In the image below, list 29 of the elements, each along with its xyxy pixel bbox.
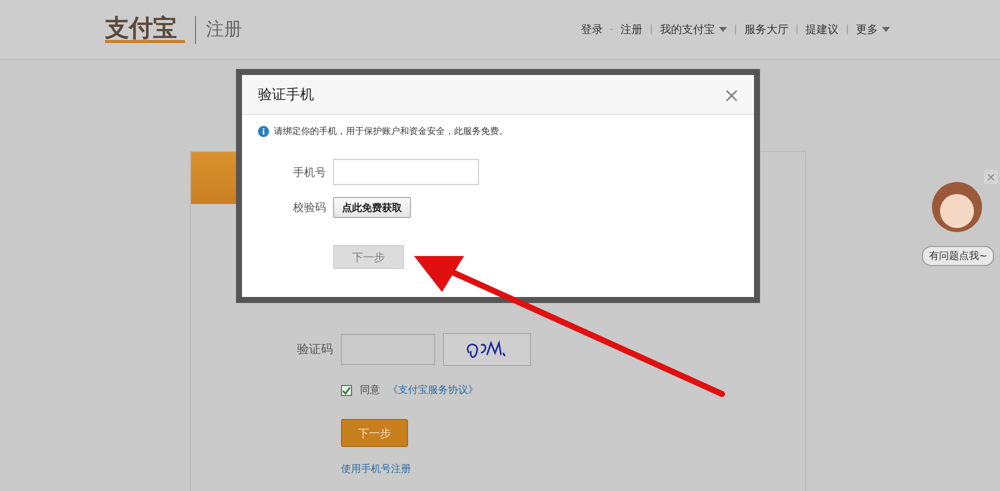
- nav-link[interactable]: 我的支付宝: [660, 22, 727, 37]
- nav-link[interactable]: 更多: [856, 22, 890, 37]
- nav-separator: -: [610, 24, 614, 35]
- info-icon: [258, 126, 269, 137]
- captcha-field[interactable]: [341, 334, 435, 365]
- agree-label: 同意: [360, 384, 380, 397]
- agree-checkbox[interactable]: [341, 384, 352, 396]
- section-title: 注册: [195, 16, 242, 44]
- get-code-button[interactable]: 点此免费获取: [333, 197, 411, 218]
- code-label: 校验码: [292, 200, 326, 215]
- nav-link[interactable]: 注册: [620, 22, 642, 37]
- nav-separator: |: [734, 24, 738, 35]
- nav-separator: |: [650, 24, 653, 35]
- phone-label: 手机号: [292, 164, 326, 180]
- agreement-link[interactable]: 《支付宝服务协议》: [388, 383, 478, 397]
- phone-field[interactable]: [333, 159, 479, 185]
- nav-link[interactable]: 登录: [580, 22, 603, 37]
- captcha-label: 验证码: [296, 341, 333, 358]
- nav-separator: |: [795, 24, 799, 35]
- caret-icon: [882, 27, 890, 32]
- caret-icon: [718, 27, 727, 32]
- logo[interactable]: 支付宝: [105, 16, 185, 43]
- help-bubble[interactable]: 有问题点我~: [922, 246, 994, 266]
- nav-link[interactable]: 服务大厅: [744, 22, 788, 37]
- notice-text: 请绑定你的手机，用于保护账户和资金安全，此服务免费。: [274, 126, 508, 138]
- dialog-title: 验证手机: [258, 86, 314, 104]
- nav-link[interactable]: 提建议: [806, 22, 839, 37]
- nav-separator: |: [846, 24, 849, 35]
- avatar-icon[interactable]: [932, 182, 982, 232]
